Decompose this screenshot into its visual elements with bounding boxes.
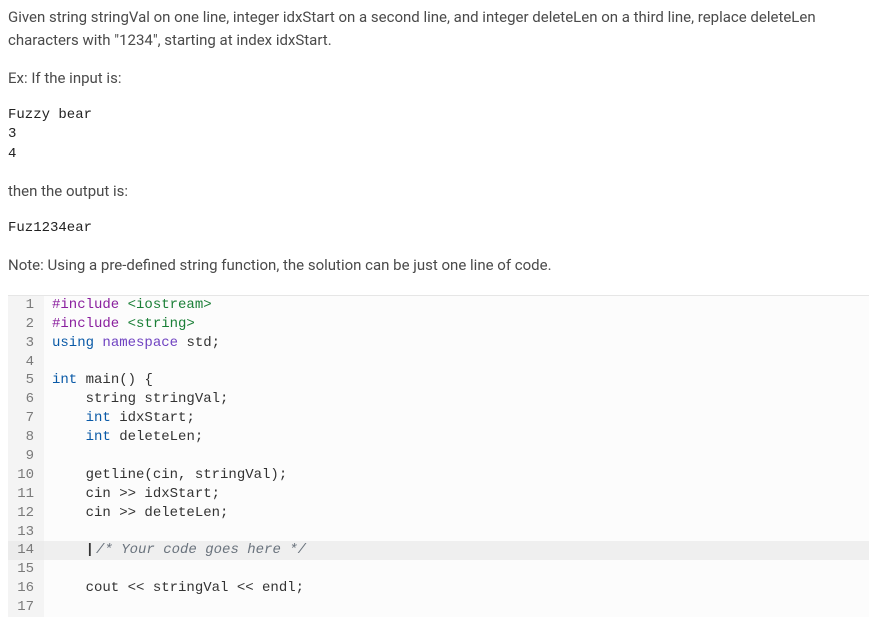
line-number: 2 <box>8 315 44 334</box>
code-content[interactable] <box>44 353 869 372</box>
code-content[interactable]: cin >> idxStart; <box>44 485 869 504</box>
example-label: Ex: If the input is: <box>8 67 869 90</box>
line-number: 11 <box>8 485 44 504</box>
line-number: 7 <box>8 409 44 428</box>
example-output: Fuz1234ear <box>8 219 869 239</box>
code-content[interactable]: using namespace std; <box>44 334 869 353</box>
code-line[interactable]: 15 <box>8 560 869 579</box>
code-content[interactable]: string stringVal; <box>44 390 869 409</box>
line-number: 8 <box>8 428 44 447</box>
code-line[interactable]: 2#include <string> <box>8 315 869 334</box>
code-line[interactable]: 13 <box>8 523 869 542</box>
code-line[interactable]: 6 string stringVal; <box>8 390 869 409</box>
code-content[interactable] <box>44 598 869 617</box>
line-number: 4 <box>8 353 44 372</box>
code-content[interactable]: getline(cin, stringVal); <box>44 466 869 485</box>
line-number: 16 <box>8 579 44 598</box>
code-content[interactable] <box>44 447 869 466</box>
output-label: then the output is: <box>8 180 869 203</box>
example-input-line: 3 <box>8 125 869 145</box>
example-output-line: Fuz1234ear <box>8 219 869 239</box>
line-number: 13 <box>8 523 44 542</box>
line-number: 6 <box>8 390 44 409</box>
example-input-line: 4 <box>8 145 869 165</box>
code-line[interactable]: 12 cin >> deleteLen; <box>8 504 869 523</box>
code-content[interactable] <box>44 523 869 542</box>
problem-note: Note: Using a pre-defined string functio… <box>8 254 869 277</box>
line-number: 3 <box>8 334 44 353</box>
code-content[interactable] <box>44 560 869 579</box>
code-line[interactable]: 8 int deleteLen; <box>8 428 869 447</box>
code-editor[interactable]: 1#include <iostream>2#include <string>3u… <box>8 295 869 617</box>
code-line[interactable]: 9 <box>8 447 869 466</box>
line-number: 14 <box>8 541 44 560</box>
problem-statement: Given string stringVal on one line, inte… <box>8 6 869 277</box>
line-number: 15 <box>8 560 44 579</box>
line-number: 10 <box>8 466 44 485</box>
code-content[interactable]: int main() { <box>44 371 869 390</box>
code-line[interactable]: 16 cout << stringVal << endl; <box>8 579 869 598</box>
code-line[interactable]: 1#include <iostream> <box>8 296 869 315</box>
code-line[interactable]: 11 cin >> idxStart; <box>8 485 869 504</box>
line-number: 9 <box>8 447 44 466</box>
example-input: Fuzzy bear 3 4 <box>8 106 869 165</box>
code-content[interactable]: |/* Your code goes here */ <box>44 541 869 560</box>
code-line[interactable]: 4 <box>8 353 869 372</box>
line-number: 1 <box>8 296 44 315</box>
code-content[interactable]: cin >> deleteLen; <box>44 504 869 523</box>
code-content[interactable]: int deleteLen; <box>44 428 869 447</box>
line-number: 5 <box>8 371 44 390</box>
code-line[interactable]: 7 int idxStart; <box>8 409 869 428</box>
code-line[interactable]: 10 getline(cin, stringVal); <box>8 466 869 485</box>
cursor-caret: | <box>86 541 94 560</box>
code-line[interactable]: 17 <box>8 598 869 617</box>
code-content[interactable]: #include <iostream> <box>44 296 869 315</box>
line-number: 12 <box>8 504 44 523</box>
example-input-line: Fuzzy bear <box>8 106 869 126</box>
code-content[interactable]: #include <string> <box>44 315 869 334</box>
code-line[interactable]: 5int main() { <box>8 371 869 390</box>
code-content[interactable]: int idxStart; <box>44 409 869 428</box>
code-line[interactable]: 3using namespace std; <box>8 334 869 353</box>
code-line[interactable]: 14 |/* Your code goes here */ <box>8 541 869 560</box>
problem-paragraph-1: Given string stringVal on one line, inte… <box>8 6 869 51</box>
line-number: 17 <box>8 598 44 617</box>
code-content[interactable]: cout << stringVal << endl; <box>44 579 869 598</box>
